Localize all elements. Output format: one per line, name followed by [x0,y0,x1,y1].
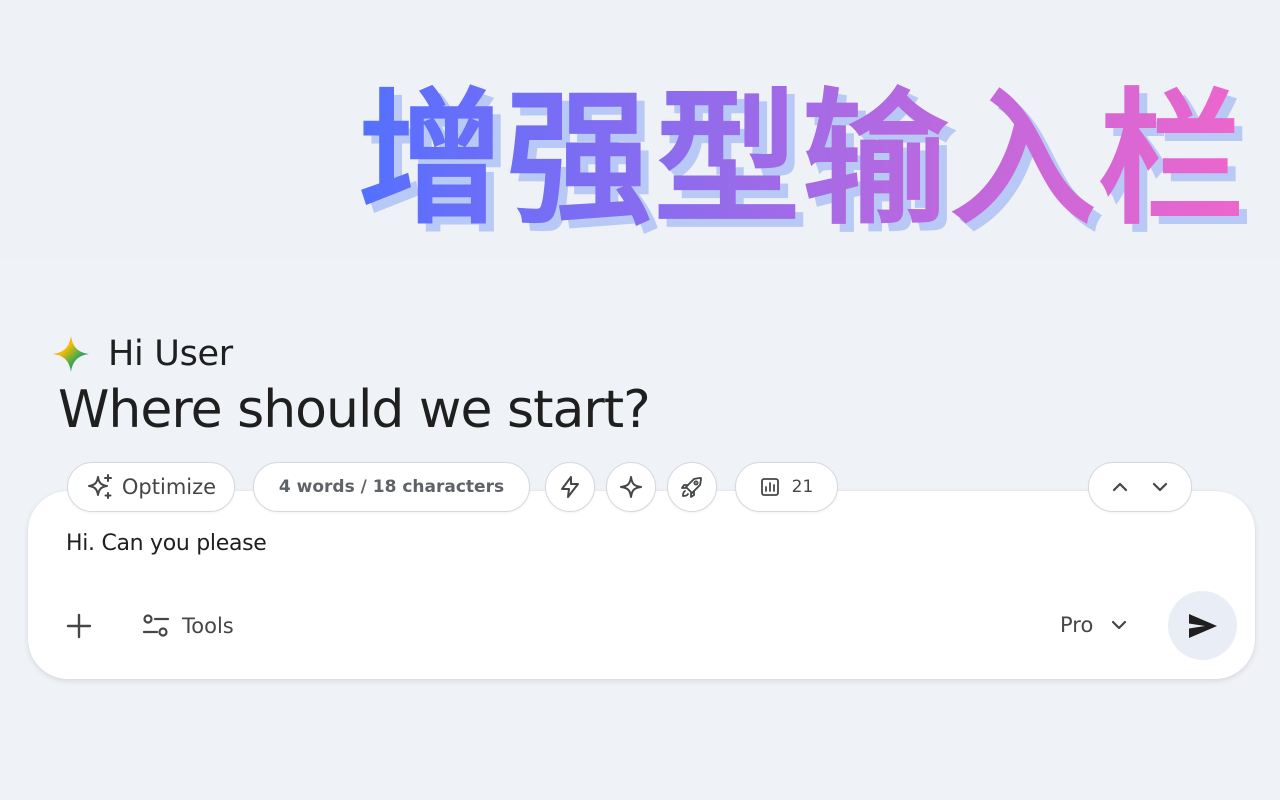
plus-icon [66,613,92,639]
history-previous-button[interactable] [1109,476,1131,498]
add-attachment-button[interactable] [64,611,94,641]
page-headline: Where should we start? [58,380,651,440]
tools-label: Tools [182,614,234,638]
boost-button[interactable] [667,462,717,512]
quick-action-button[interactable] [545,462,595,512]
model-selector[interactable]: Pro [1060,610,1129,640]
history-navigation [1088,462,1192,512]
word-count-badge: 4 words / 18 characters [253,462,530,512]
spark-icon [620,476,642,498]
optimize-button[interactable]: Optimize [67,462,235,512]
tune-icon [142,614,170,637]
enhance-button[interactable] [606,462,656,512]
chevron-up-icon [1112,482,1128,492]
history-next-button[interactable] [1149,476,1171,498]
send-button[interactable] [1168,591,1237,660]
rocket-icon [681,477,702,498]
prompt-input[interactable]: Hi. Can you please [66,531,267,556]
sparkles-icon [87,474,112,499]
tools-button[interactable]: Tools [142,611,234,641]
bar-chart-icon [760,478,779,496]
stats-value: 21 [791,477,814,497]
optimize-label: Optimize [121,475,217,499]
greeting: Hi User [52,334,233,374]
title-banner: 增强型输入栏 增强型输入栏 [0,0,1280,258]
gemini-spark-icon [53,336,89,372]
lightning-icon [561,476,579,498]
prompt-composer[interactable]: Hi. Can you please [28,491,1255,679]
chevron-down-icon [1152,482,1168,492]
stats-button[interactable]: 21 [735,462,838,512]
model-label: Pro [1060,613,1094,637]
chevron-down-icon [1112,620,1127,630]
banner-title-graphic: 增强型输入栏 增强型输入栏 [358,75,1250,244]
word-count-label: 4 words / 18 characters [278,477,505,497]
page: 增强型输入栏 增强型输入栏 Hi User Where should we st… [0,0,1280,800]
send-icon [1188,613,1217,638]
greeting-text: Hi User [108,334,233,374]
banner-title: 增强型输入栏 [358,75,1246,244]
